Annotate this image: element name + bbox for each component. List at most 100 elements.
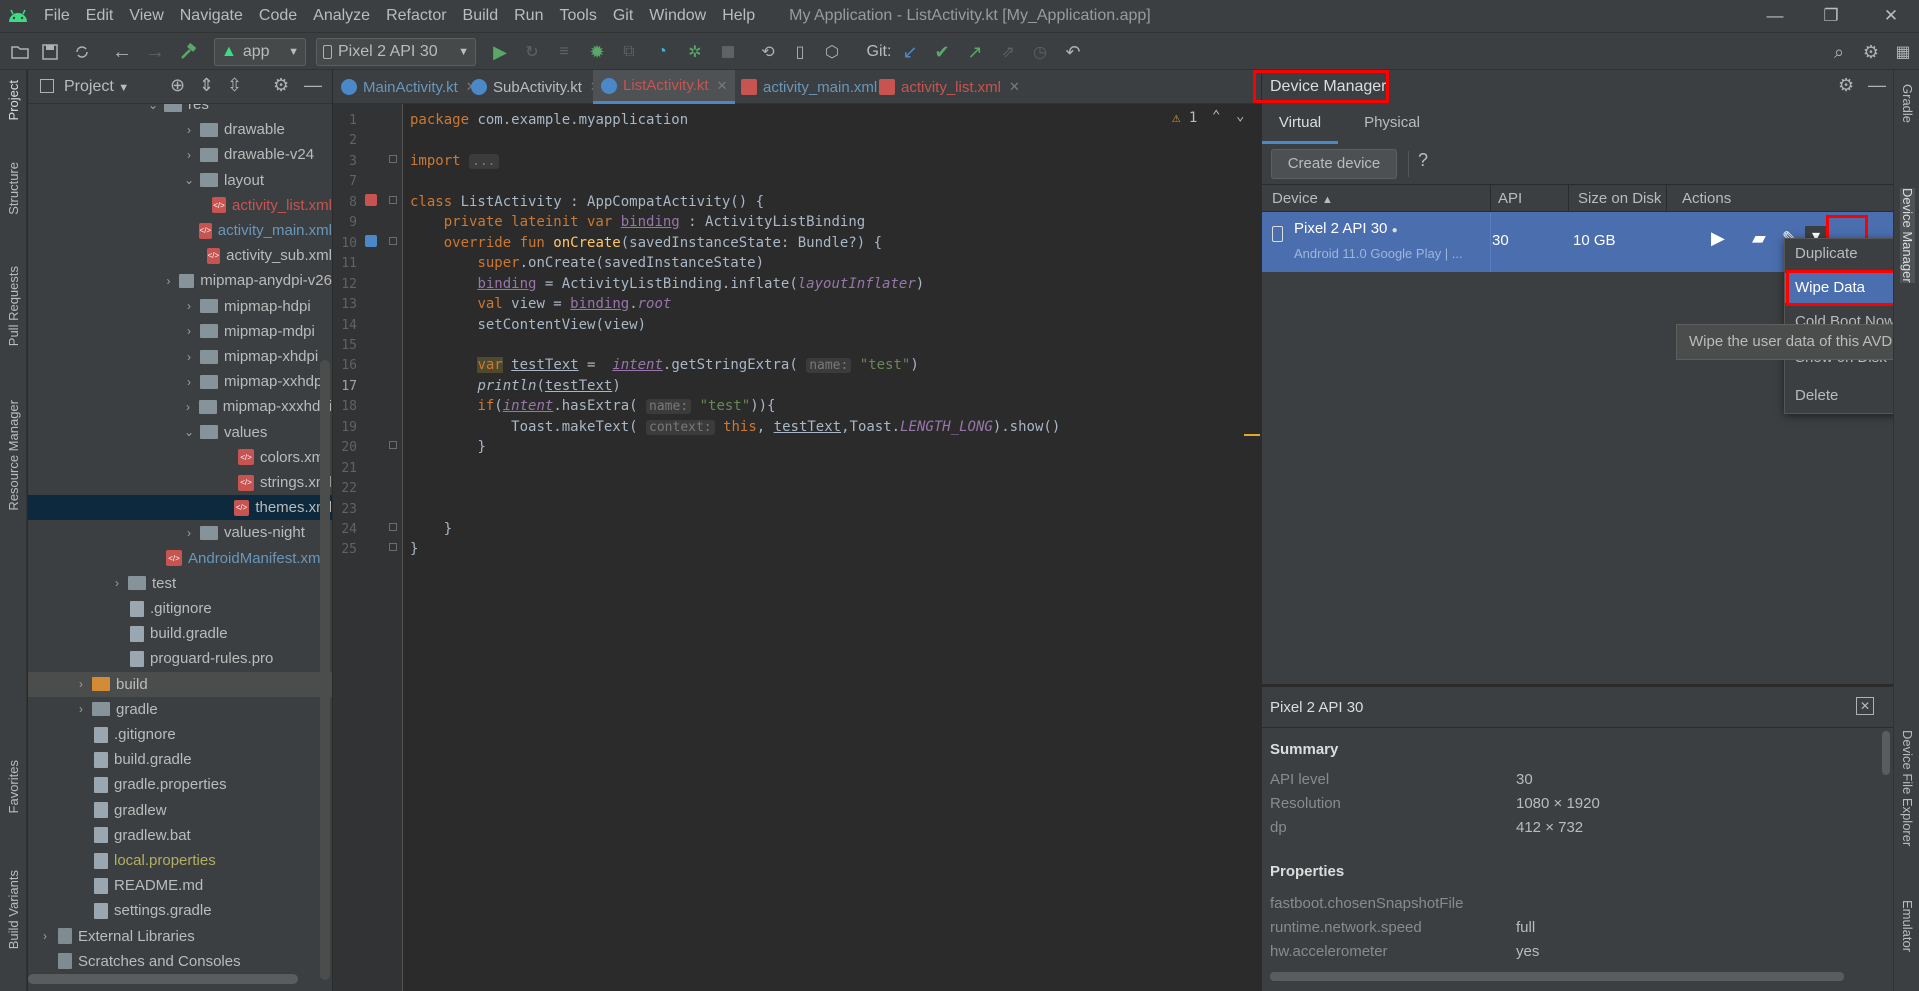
gradle-sync-icon[interactable]: ⟲	[756, 40, 780, 64]
menu-help[interactable]: Help	[714, 0, 763, 32]
tab-virtual[interactable]: Virtual	[1262, 104, 1338, 144]
tree-item[interactable]: ⌄ res	[28, 104, 332, 117]
tree-item[interactable]: ⌄ layout	[28, 168, 332, 193]
editor-tab[interactable]: ListActivity.kt ✕	[593, 70, 736, 104]
tree-item[interactable]: local.properties	[28, 848, 332, 873]
run-icon[interactable]: ▶	[490, 40, 510, 64]
tree-item[interactable]: </> themes.xml	[28, 495, 332, 521]
tree-item[interactable]: › gradle	[28, 697, 332, 722]
run-config-select[interactable]: ▲ app ▼	[214, 38, 306, 66]
details-scrollbar[interactable]	[1882, 731, 1890, 775]
tree-item[interactable]: › mipmap-xhdpi	[28, 344, 332, 369]
tree-item[interactable]: › mipmap-xxhdpi	[28, 369, 332, 394]
expand-all-icon[interactable]: ⇕	[199, 75, 214, 96]
open-folder-icon[interactable]	[10, 40, 30, 64]
launch-device-icon[interactable]: ▶	[1711, 228, 1725, 249]
menu-edit[interactable]: Edit	[78, 0, 122, 32]
chevron-down-icon[interactable]: ⌄	[182, 425, 196, 439]
git-commit-icon[interactable]: ✔	[932, 40, 952, 64]
chevron-right-icon[interactable]: ›	[182, 299, 196, 313]
chevron-down-icon[interactable]: ⌄	[182, 173, 196, 187]
save-icon[interactable]	[40, 40, 60, 64]
chevron-right-icon[interactable]: ›	[182, 123, 196, 137]
tree-item[interactable]: › drawable	[28, 117, 332, 142]
chevron-right-icon[interactable]: ›	[182, 148, 196, 162]
create-device-button[interactable]: Create device	[1271, 149, 1397, 179]
tool-tab-build-variants[interactable]: Build Variants	[6, 870, 21, 949]
next-highlight-icon[interactable]: ⌄	[1236, 108, 1244, 124]
search-icon[interactable]: ⌕	[1828, 40, 1850, 64]
tree-item[interactable]: gradlew	[28, 798, 332, 823]
show-on-disk-icon[interactable]: ▰	[1752, 228, 1766, 249]
close-details-icon[interactable]: ✕	[1856, 697, 1874, 715]
help-icon[interactable]: ?	[1418, 150, 1428, 171]
fold-icon[interactable]	[389, 236, 397, 245]
git-history-icon[interactable]: ◷	[1030, 40, 1050, 64]
chevron-right-icon[interactable]: ›	[181, 400, 195, 414]
tree-item[interactable]: gradle.properties	[28, 772, 332, 797]
tree-item[interactable]: build.gradle	[28, 747, 332, 772]
column-device[interactable]: Device ▲	[1272, 190, 1333, 207]
chevron-right-icon[interactable]: ›	[182, 526, 196, 540]
close-tab-icon[interactable]: ✕	[1009, 79, 1020, 95]
chevron-right-icon[interactable]: ›	[162, 274, 174, 288]
apply-changes-icon[interactable]: ↻	[522, 40, 542, 64]
editor-tab[interactable]: SubActivity.kt✕	[463, 70, 609, 104]
tree-item[interactable]: .gitignore	[28, 722, 332, 747]
attach-debugger-icon[interactable]: ⧉	[619, 40, 639, 64]
close-window-icon[interactable]: ✕	[1863, 0, 1919, 32]
column-api[interactable]: API	[1498, 190, 1522, 207]
tool-tab-project[interactable]: Project	[6, 80, 21, 120]
sync-icon[interactable]	[72, 40, 92, 64]
device-manager-hide-icon[interactable]: —	[1868, 75, 1886, 96]
menu-refactor[interactable]: Refactor	[378, 0, 454, 32]
code-editor[interactable]: ⚠ 1 ⌃ ⌄ package com.example.myapplicatio…	[404, 104, 1262, 991]
chevron-right-icon[interactable]: ›	[182, 350, 196, 364]
warning-marker[interactable]	[1244, 434, 1260, 436]
menu-run[interactable]: Run	[506, 0, 551, 32]
git-update-icon[interactable]: ↙	[900, 40, 920, 64]
editor-tab[interactable]: activity_list.xml ✕	[871, 70, 1028, 104]
column-size[interactable]: Size on Disk	[1578, 190, 1661, 207]
tool-tab-pull-requests[interactable]: Pull Requests	[6, 266, 21, 346]
tree-item[interactable]: build.gradle	[28, 621, 332, 646]
minimize-icon[interactable]: —	[1747, 0, 1803, 32]
tree-item[interactable]: › mipmap-hdpi	[28, 294, 332, 319]
device-select[interactable]: Pixel 2 API 30 ▼	[316, 38, 476, 66]
tree-item[interactable]: › drawable-v24	[28, 142, 332, 167]
tree-item[interactable]: › values-night	[28, 520, 332, 545]
fold-icon[interactable]	[389, 195, 397, 204]
fold-icon[interactable]	[389, 523, 397, 531]
back-icon[interactable]: ←	[112, 40, 132, 64]
tool-tab-structure[interactable]: Structure	[6, 162, 21, 215]
tree-item[interactable]: settings.gradle	[28, 898, 332, 923]
hide-panel-icon[interactable]: —	[304, 75, 322, 96]
menu-view[interactable]: View	[121, 0, 171, 32]
restore-icon[interactable]: ❐	[1803, 0, 1859, 32]
tree-item[interactable]: › External Libraries	[28, 924, 332, 949]
debug-icon[interactable]: ✹	[587, 40, 607, 64]
apply-code-changes-icon[interactable]: ≡	[554, 40, 574, 64]
project-settings-gear-icon[interactable]: ⚙	[273, 75, 289, 96]
make-project-icon[interactable]	[178, 40, 198, 64]
chevron-right-icon[interactable]: ›	[182, 375, 196, 389]
assistant-icon[interactable]: ▦	[1892, 40, 1914, 64]
menu-tools[interactable]: Tools	[551, 0, 604, 32]
menu-git[interactable]: Git	[605, 0, 641, 32]
git-merge-icon[interactable]: ⇗	[998, 40, 1018, 64]
tab-physical[interactable]: Physical	[1350, 104, 1434, 144]
tree-item[interactable]: </> strings.xml	[28, 470, 332, 495]
column-actions[interactable]: Actions	[1682, 190, 1731, 207]
tree-item[interactable]: gradlew.bat	[28, 823, 332, 848]
details-hscrollbar[interactable]	[1270, 972, 1844, 981]
collapse-all-icon[interactable]: ⇳	[227, 75, 242, 96]
tree-item[interactable]: </> activity_list.xml	[28, 193, 332, 218]
prev-highlight-icon[interactable]: ⌃	[1212, 108, 1220, 124]
tool-tab-device-file-explorer[interactable]: Device File Explorer	[1900, 730, 1915, 846]
device-manager-icon[interactable]: ▯	[790, 40, 810, 64]
fold-icon[interactable]	[389, 154, 397, 163]
tree-item[interactable]: </> colors.xml	[28, 445, 332, 470]
class-gutter-icon[interactable]	[365, 193, 377, 206]
menu-file[interactable]: File	[36, 0, 78, 32]
menu-navigate[interactable]: Navigate	[172, 0, 251, 32]
